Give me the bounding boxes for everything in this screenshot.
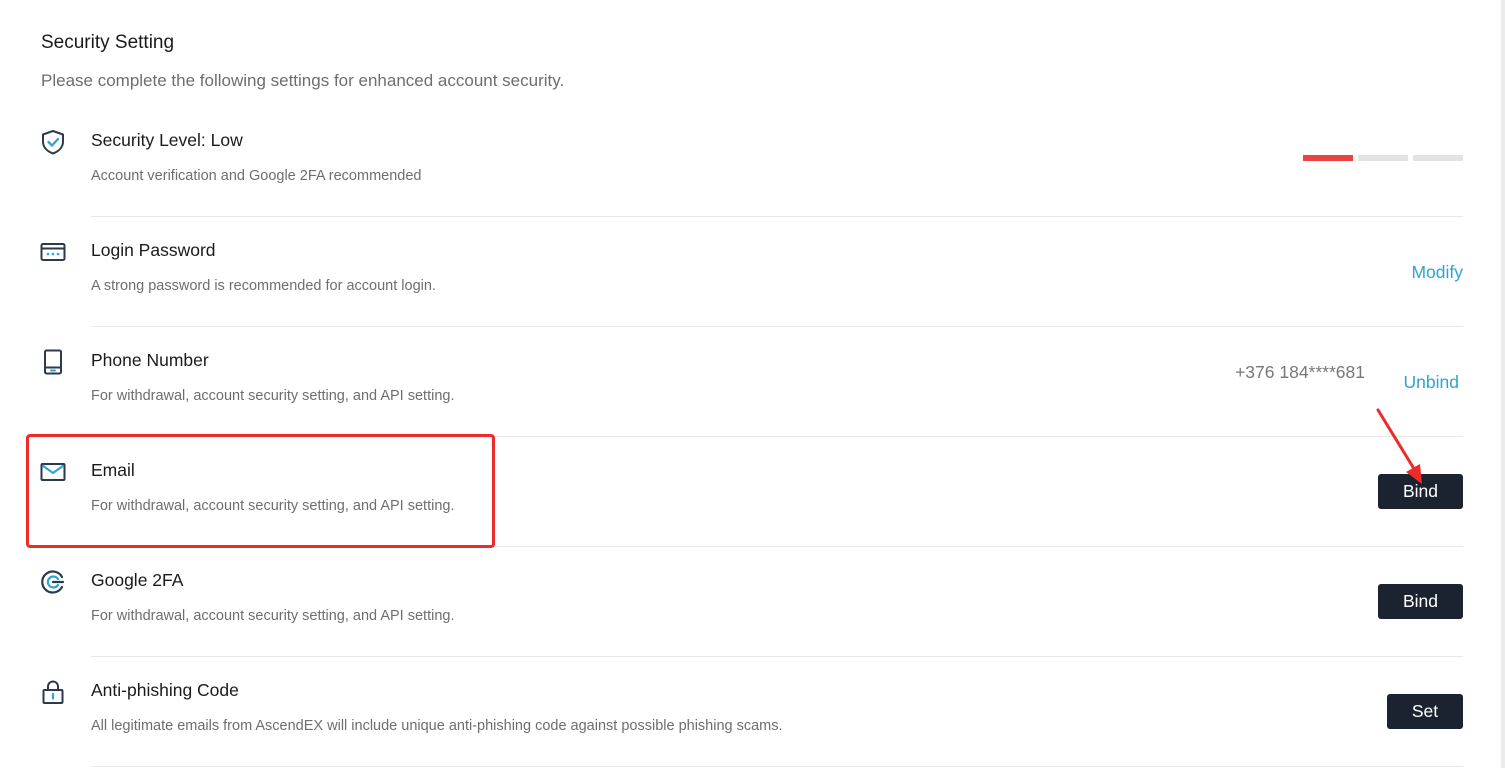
phone-number-row: Phone Number For withdrawal, account sec… <box>0 327 1501 437</box>
email-highlight-box <box>26 434 495 548</box>
page-subtitle: Please complete the following settings f… <box>41 71 565 90</box>
security-level-label: Security Level: Low <box>91 130 243 150</box>
login-password-row: Login Password A strong password is reco… <box>0 217 1501 327</box>
login-password-description: A strong password is recommended for acc… <box>91 278 436 294</box>
level-bar-1 <box>1303 155 1353 161</box>
set-anti-phishing-button[interactable]: Set <box>1387 694 1463 729</box>
security-level-meter <box>1303 155 1463 161</box>
password-card-icon <box>40 239 66 265</box>
level-bar-3 <box>1413 155 1463 161</box>
modify-password-link[interactable]: Modify <box>1411 262 1463 283</box>
phone-number-label: Phone Number <box>91 350 209 370</box>
shield-check-icon <box>40 129 66 155</box>
lock-icon <box>40 679 66 705</box>
google-2fa-label: Google 2FA <box>91 570 184 590</box>
security-level-row: Security Level: Low Account verification… <box>0 107 1501 217</box>
arrow-annotation-icon <box>1376 408 1422 484</box>
security-level-description: Account verification and Google 2FA reco… <box>91 168 422 184</box>
login-password-label: Login Password <box>91 240 216 260</box>
phone-number-description: For withdrawal, account security setting… <box>91 388 455 404</box>
scrollbar-track[interactable] <box>1501 0 1505 768</box>
page-title: Security Setting <box>41 32 175 53</box>
anti-phishing-label: Anti-phishing Code <box>91 680 239 700</box>
anti-phishing-description: All legitimate emails from AscendEX will… <box>91 718 783 734</box>
level-bar-2 <box>1358 155 1408 161</box>
google-2fa-row: Google 2FA For withdrawal, account secur… <box>0 547 1501 657</box>
phone-number-value: +376 184****681 <box>1235 362 1365 382</box>
anti-phishing-row: Anti-phishing Code All legitimate emails… <box>0 657 1501 767</box>
google-2fa-description: For withdrawal, account security setting… <box>91 608 455 624</box>
unbind-phone-link[interactable]: Unbind <box>1404 372 1459 393</box>
bind-google-2fa-button[interactable]: Bind <box>1378 584 1463 619</box>
divider <box>91 766 1463 767</box>
google-authenticator-icon <box>40 569 66 595</box>
security-settings-panel: Security Setting Please complete the fol… <box>0 0 1501 768</box>
phone-icon <box>40 349 66 375</box>
